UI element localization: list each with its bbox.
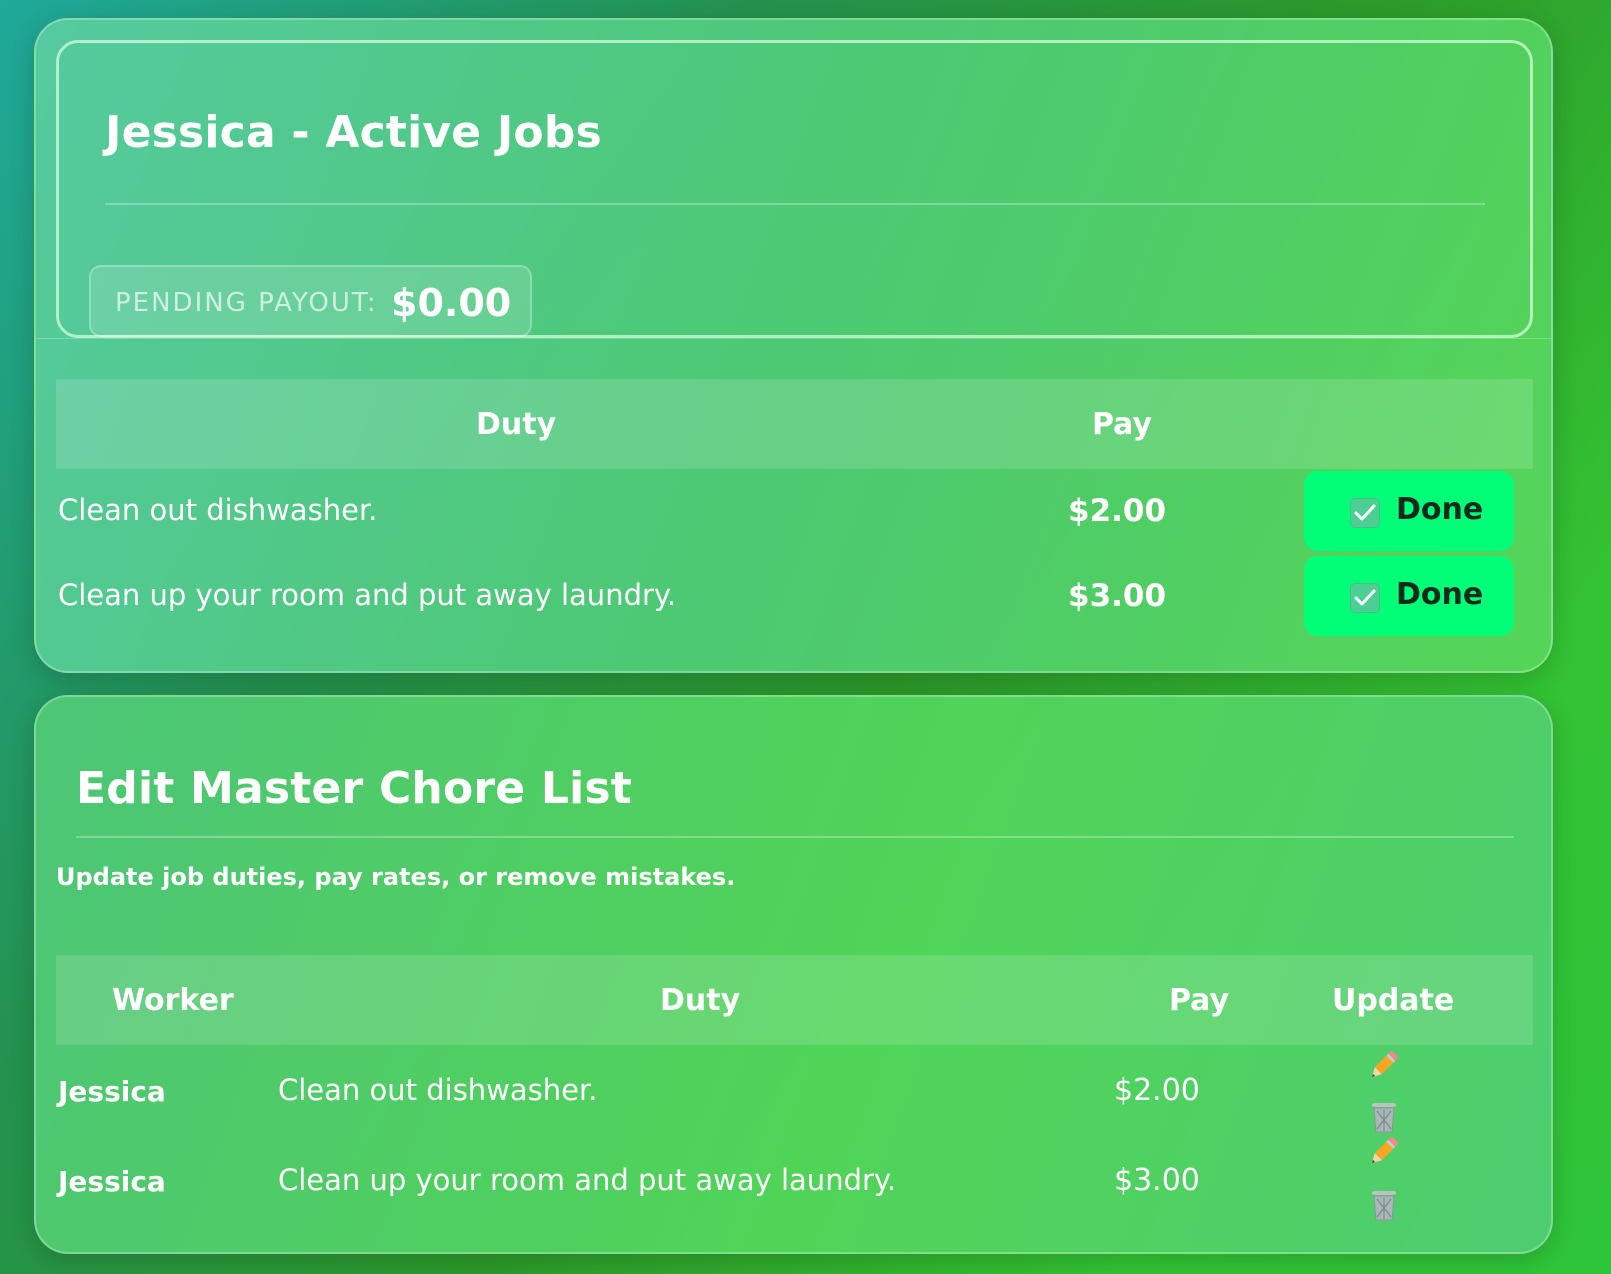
duty-cell: Clean up your room and put away laundry.: [58, 578, 677, 612]
active-jobs-table-header: Duty Pay: [56, 379, 1533, 469]
active-jobs-title: Jessica - Active Jobs: [105, 107, 602, 158]
table-row: Clean up your room and put away laundry.…: [56, 554, 1533, 640]
column-header-pay: Pay: [1092, 407, 1153, 442]
done-button-label: Done: [1396, 577, 1484, 612]
title-divider: [76, 836, 1514, 838]
section-divider: [36, 338, 1551, 339]
checkmark-icon: [1350, 498, 1380, 528]
duty-cell: Clean out dishwasher.: [278, 1073, 598, 1107]
pending-payout-value: $0.00: [391, 281, 512, 325]
pending-payout-label: PENDING PAYOUT:: [115, 288, 378, 318]
done-button[interactable]: Done: [1304, 471, 1514, 551]
master-list-subtitle: Update job duties, pay rates, or remove …: [56, 863, 736, 891]
worker-cell: Jessica: [58, 1075, 166, 1108]
column-header-duty: Duty: [476, 407, 557, 442]
active-jobs-card: Jessica - Active Jobs PENDING PAYOUT: $0…: [34, 18, 1553, 673]
master-list-table-header: Worker Duty Pay Update: [56, 955, 1533, 1045]
pay-cell: $3.00: [1068, 578, 1167, 614]
column-header-worker: Worker: [112, 983, 234, 1018]
column-header-duty: Duty: [660, 983, 741, 1018]
column-header-update: Update: [1332, 983, 1455, 1018]
duty-cell: Clean up your room and put away laundry.: [278, 1163, 897, 1197]
done-button[interactable]: Done: [1304, 556, 1514, 636]
table-row: Jessica Clean out dishwasher. $2.00: [56, 1045, 1533, 1137]
title-divider: [105, 203, 1485, 205]
column-header-pay: Pay: [1169, 983, 1230, 1018]
pay-cell: $2.00: [1068, 493, 1167, 529]
master-chore-list-card: Edit Master Chore List Update job duties…: [34, 695, 1553, 1254]
pencil-icon[interactable]: [1364, 1131, 1404, 1171]
checkmark-icon: [1350, 583, 1380, 613]
worker-cell: Jessica: [58, 1165, 166, 1198]
table-row: Clean out dishwasher. $2.00 Done: [56, 469, 1533, 555]
wastebasket-icon[interactable]: [1364, 1185, 1404, 1225]
pay-cell: $3.00: [1114, 1163, 1200, 1198]
pencil-icon[interactable]: [1364, 1045, 1404, 1085]
table-row: Jessica Clean up your room and put away …: [56, 1135, 1533, 1227]
pay-cell: $2.00: [1114, 1073, 1200, 1108]
active-jobs-header: Jessica - Active Jobs PENDING PAYOUT: $0…: [56, 40, 1533, 338]
pending-payout-badge: PENDING PAYOUT: $0.00: [89, 265, 532, 337]
master-list-title: Edit Master Chore List: [76, 763, 632, 814]
duty-cell: Clean out dishwasher.: [58, 493, 378, 527]
done-button-label: Done: [1396, 492, 1484, 527]
